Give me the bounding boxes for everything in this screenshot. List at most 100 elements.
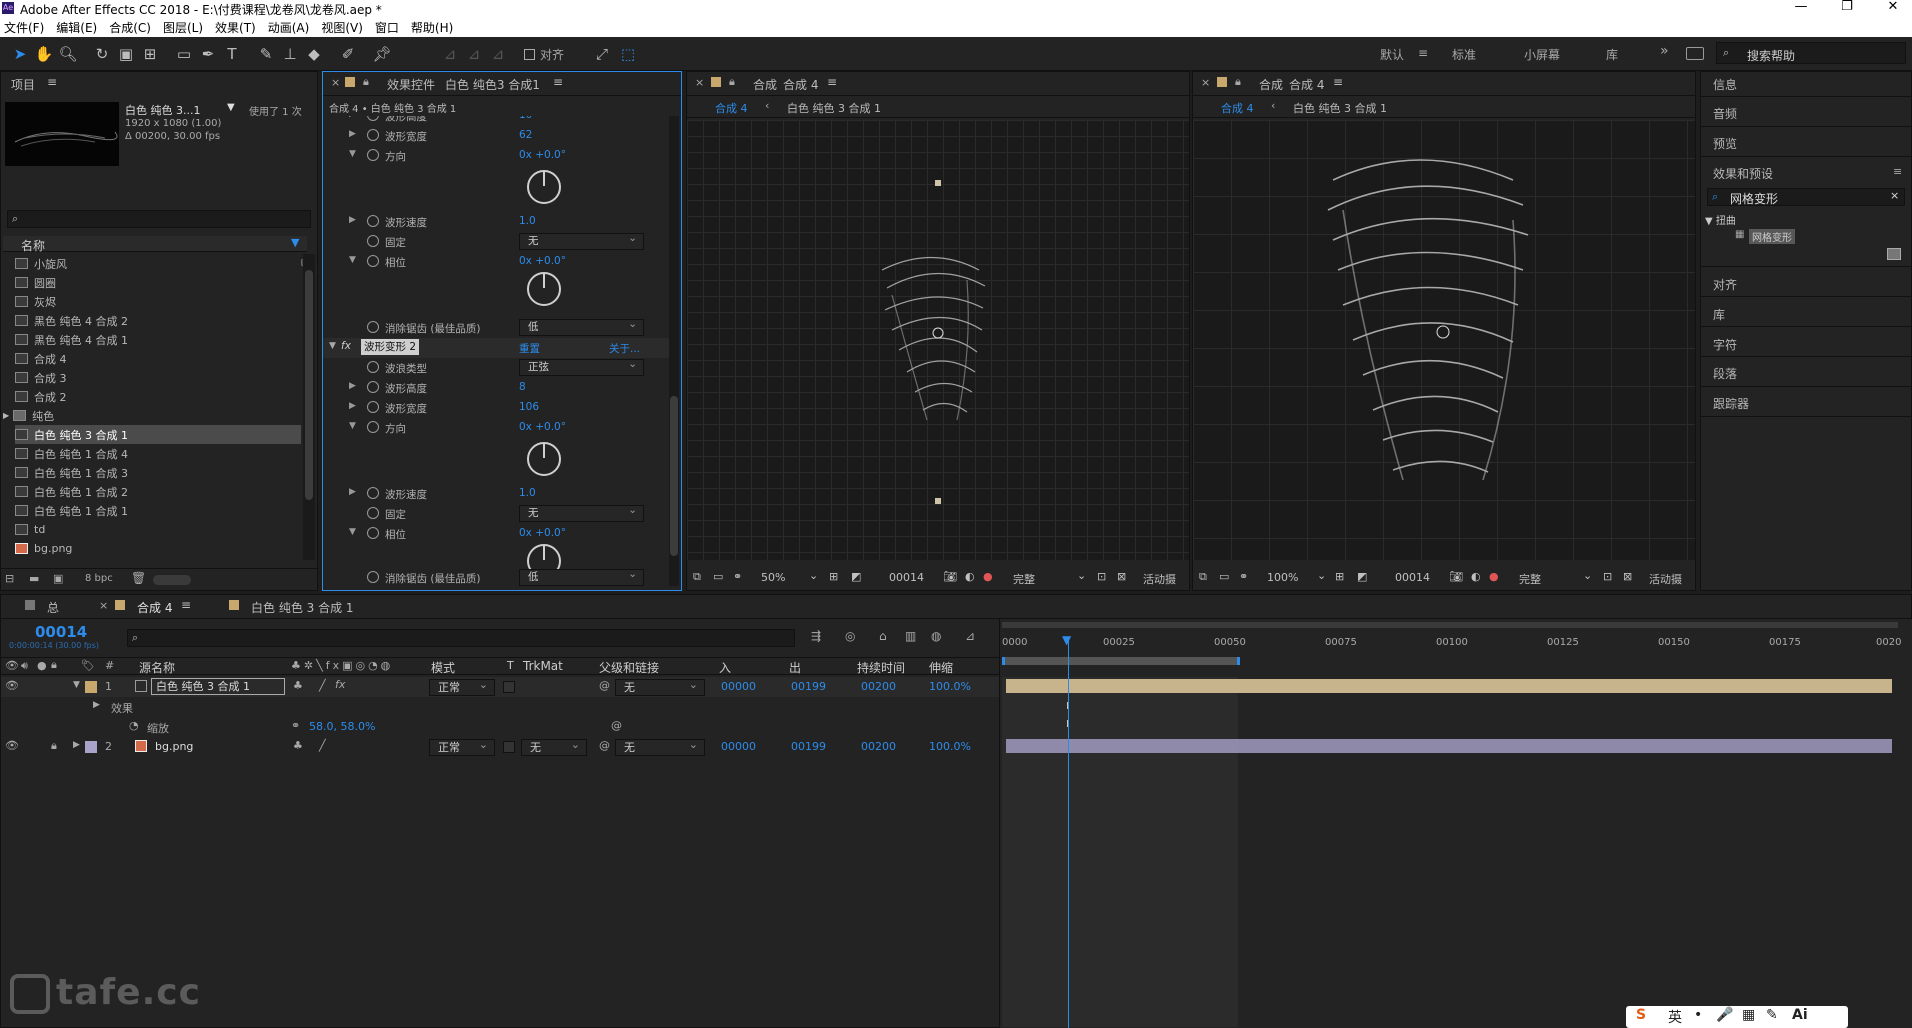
workspace-menu-icon[interactable]: ≡ (1418, 46, 1428, 60)
property-value[interactable]: 0x +0.0° (519, 255, 566, 267)
list-item[interactable]: 小旋风 (15, 254, 303, 273)
collapse-arrow-icon[interactable]: ▼ (73, 680, 80, 690)
property-value[interactable]: 1.0 (519, 487, 536, 499)
help-search-field[interactable]: ⌕ 搜索帮助 (1716, 42, 1906, 64)
sogou-logo-icon[interactable]: S (1636, 1007, 1646, 1023)
property-value[interactable]: 1.0 (519, 215, 536, 227)
viewer-tab-prefix[interactable]: 合成 (753, 76, 777, 93)
list-item-selected[interactable]: 白色 纯色 3 合成 1 (15, 425, 301, 444)
preview-panel-tab[interactable]: 预览 (1713, 135, 1737, 152)
list-item[interactable]: 黑色 纯色 4 合成 2 (15, 311, 303, 330)
category-row[interactable]: ▼ 扭曲 (1705, 212, 1736, 227)
menu-file[interactable]: 文件(F) (4, 19, 44, 36)
property-row[interactable]: 消除锯齿 (最佳品质) 低 (323, 567, 671, 588)
rotate-tool-icon[interactable]: ↻ (92, 44, 112, 64)
direction-dial[interactable] (527, 170, 561, 204)
property-row[interactable]: 波浪类型 正弦 (323, 357, 671, 378)
collapse-arrow-icon[interactable]: ▼ (329, 341, 336, 351)
monitor-icon[interactable]: ▭ (1219, 570, 1229, 583)
always-preview-icon[interactable]: ⧉ (1199, 570, 1207, 584)
effect-controls-target[interactable]: 白色 纯色3 合成1 (445, 76, 540, 93)
effects-search-field[interactable]: ⌕ 网格变形 × (1707, 188, 1905, 206)
close-tab-icon[interactable]: × (99, 599, 108, 612)
viewer-tab-name[interactable]: 合成 4 (783, 76, 818, 93)
property-row[interactable]: ▼ 相位 0x +0.0° (323, 524, 671, 544)
mode-column[interactable]: 模式 (431, 659, 455, 676)
active-camera-dropdown[interactable]: 活动摄 (1649, 571, 1682, 587)
in-column[interactable]: 入 (719, 659, 731, 676)
layer-out-point[interactable]: 00199 (791, 740, 826, 753)
workspace-more-button[interactable]: » (1660, 43, 1669, 59)
breadcrumb-active[interactable]: 合成 4 (715, 100, 748, 116)
layer-name[interactable]: bg.png (155, 740, 193, 753)
property-value[interactable]: 0x +0.0° (519, 149, 566, 161)
motion-blur-icon[interactable]: ◍ (931, 629, 941, 643)
puppet-tool-icon[interactable]: 📌︎ (372, 44, 392, 64)
breadcrumb-other[interactable]: 白色 纯色 3 合成 1 (1293, 100, 1387, 116)
ime-punctuation-icon[interactable]: • (1694, 1007, 1702, 1023)
viewer-canvas[interactable] (687, 120, 1189, 560)
panel-menu-icon[interactable]: ≡ (553, 75, 563, 89)
expand-arrow-icon[interactable]: ▶ (349, 487, 356, 497)
info-panel-tab[interactable]: 信息 (1713, 76, 1737, 93)
layer-duration[interactable]: 00200 (861, 680, 896, 693)
out-column[interactable]: 出 (789, 659, 801, 676)
breadcrumb-active[interactable]: 合成 4 (1221, 100, 1254, 116)
property-value[interactable]: 0x +0.0° (519, 421, 566, 433)
chevron-down-icon[interactable]: ⌄ (809, 569, 818, 582)
quality-dropdown[interactable]: 完整 (1519, 571, 1541, 587)
snap-options-icon[interactable]: ⬚ (618, 44, 638, 64)
property-row[interactable]: ▼ 方向 0x +0.0° (323, 418, 671, 438)
mask-visibility-icon[interactable]: ⚭ (733, 570, 742, 583)
tracker-panel-tab[interactable]: 跟踪器 (1713, 395, 1749, 412)
solo-column-icon[interactable]: ● (37, 659, 47, 672)
expand-arrow-icon[interactable]: ▶ (349, 129, 356, 139)
resolution-grid-icon[interactable]: ⊞ (829, 570, 838, 583)
stopwatch-icon[interactable] (367, 381, 379, 393)
frame-blending-icon[interactable]: ▥ (905, 629, 916, 643)
menu-animation[interactable]: 动画(A) (268, 19, 310, 36)
stopwatch-icon[interactable] (367, 421, 379, 433)
viewer-tab-name[interactable]: 合成 4 (1289, 76, 1324, 93)
stopwatch-icon[interactable] (367, 401, 379, 413)
panel-menu-icon[interactable]: ≡ (181, 598, 191, 612)
property-value[interactable]: 10 (519, 116, 532, 121)
chevron-down-icon[interactable]: ⌄ (1317, 569, 1326, 582)
list-item[interactable]: bg.png (15, 539, 303, 558)
effect-name[interactable]: 波形变形 2 (361, 339, 420, 355)
effect-about-link[interactable]: 关于... (609, 341, 640, 356)
sort-arrow-icon[interactable]: ▼ (291, 236, 299, 249)
expand-arrow-icon[interactable]: ▶ (73, 740, 80, 750)
keyboard-icon[interactable]: ▦ (1742, 1007, 1755, 1023)
expand-arrow-icon[interactable]: ▶ (349, 381, 356, 391)
region-of-interest-icon[interactable]: ⊡ (1097, 570, 1106, 583)
name-column-header[interactable]: 名称 (21, 237, 45, 254)
bpc-label[interactable]: 8 bpc (85, 573, 113, 584)
antialiasing-dropdown[interactable]: 低 (519, 567, 644, 586)
monitor-icon[interactable]: ▭ (713, 570, 723, 583)
effect-scrollbar[interactable] (669, 116, 679, 586)
list-item[interactable]: 合成 2 (15, 387, 303, 406)
timeline-timecode[interactable]: 00014 (35, 623, 87, 641)
workspace-default[interactable]: 默认 (1380, 46, 1404, 63)
stopwatch-icon[interactable] (367, 129, 379, 141)
brush-tool-icon[interactable]: ✎ (256, 44, 276, 64)
parent-column[interactable]: 父级和链接 (599, 659, 659, 676)
fx-icon[interactable]: fx (341, 340, 351, 352)
list-item[interactable]: 合成 4 (15, 349, 303, 368)
workspace-small-screen[interactable]: 小屏幕 (1524, 46, 1560, 63)
shy-switch-icon[interactable]: ♣ (293, 739, 303, 752)
eraser-tool-icon[interactable]: ◆ (304, 44, 324, 64)
parent-dropdown[interactable]: 无 (615, 737, 705, 756)
close-tab-icon[interactable]: × (695, 76, 704, 89)
property-row[interactable]: 固定 无 (323, 231, 671, 252)
list-item[interactable]: 合成 3 (15, 368, 303, 387)
scale-property-value[interactable]: 58.0, 58.0% (309, 720, 375, 733)
snap-icon[interactable]: ⤢ (592, 44, 612, 64)
resolution-grid-icon[interactable]: ⊞ (1335, 570, 1344, 583)
visibility-column-icon[interactable]: 👁︎ (5, 659, 19, 672)
lock-icon[interactable]: 🔒︎ (51, 739, 57, 753)
viewer-tab-prefix[interactable]: 合成 (1259, 76, 1283, 93)
scrollbar-thumb[interactable] (305, 270, 313, 500)
antialiasing-dropdown[interactable]: 低 (519, 317, 644, 336)
